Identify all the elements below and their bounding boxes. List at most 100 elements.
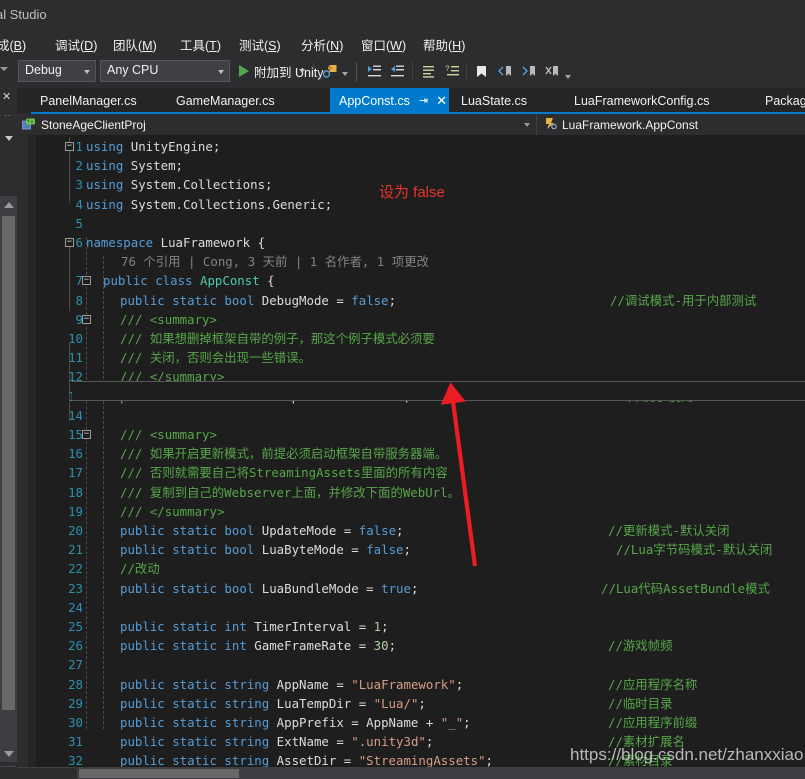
code-token: public static bool: [120, 542, 262, 558]
code-line[interactable]: public static string AppPrefix = AppName…: [120, 713, 471, 732]
toolbar-overflow-chevron-icon[interactable]: [0, 67, 8, 71]
comment-selection-icon[interactable]: [420, 63, 437, 80]
menu-item-0[interactable]: 成(B): [0, 34, 29, 55]
next-bookmark-icon[interactable]: [521, 63, 538, 80]
step-over-icon[interactable]: [322, 63, 339, 80]
code-line[interactable]: /// 否则就需要自己将StreamingAssets里面的所有内容: [120, 463, 448, 482]
chevron-down-icon[interactable]: [5, 136, 13, 141]
close-tab-icon[interactable]: ✕: [436, 93, 447, 109]
scroll-down-button[interactable]: [0, 745, 17, 762]
vertical-scrollbar[interactable]: [0, 196, 17, 762]
code-editor[interactable]: 1 using UnityEngine; −2 using System; 3 using…: [17, 135, 805, 767]
code-line[interactable]: using System;: [86, 156, 183, 175]
menu-item-4[interactable]: 测试(S): [236, 34, 284, 55]
code-line[interactable]: /// 如果开启更新模式，前提必须启动框架自带服务器端。: [120, 444, 447, 463]
code-line[interactable]: public static bool LuaBundleMode = true;: [120, 579, 418, 598]
code-line[interactable]: public static bool LuaByteMode = false;: [120, 540, 411, 559]
editor-tab-0[interactable]: PanelManager.cs: [31, 88, 146, 113]
line-number: 32: [68, 753, 83, 767]
code-line[interactable]: //改动: [120, 559, 160, 578]
code-token: LuaByteMode =: [261, 542, 367, 558]
line-number: 4: [75, 196, 83, 212]
code-token: public static string: [120, 695, 277, 711]
editor-tab-3[interactable]: LuaState.cs: [452, 88, 536, 113]
breakpoint-gutter[interactable]: [17, 135, 28, 767]
code-token: GameFrameRate =: [254, 638, 374, 654]
clear-bookmarks-icon[interactable]: [544, 63, 561, 80]
editor-tab-1[interactable]: GameManager.cs: [167, 88, 282, 113]
menu-item-label: 测试(S): [239, 39, 281, 53]
editor-tab-5[interactable]: Packag: [756, 88, 805, 113]
code-line[interactable]: using System.Collections;: [86, 175, 273, 194]
type-dropdown[interactable]: LuaFramework.AppConst: [537, 114, 805, 135]
code-token: /// 如果想删掉框架自带的例子，那这个例子模式必须要: [120, 331, 435, 346]
codelens-indicator[interactable]: 76 个引用 | Cong, 3 天前 | 1 名作者, 1 项更改: [121, 252, 429, 271]
code-line[interactable]: namespace LuaFramework {: [86, 233, 265, 252]
code-token: /// </summary>: [120, 503, 225, 519]
code-line[interactable]: public static bool DebugMode = false;: [120, 291, 396, 310]
code-token: public class: [103, 273, 200, 289]
code-line[interactable]: /// <summary>: [120, 425, 217, 444]
outlining-collapse-icon[interactable]: −: [82, 314, 91, 324]
code-token: public static int: [120, 638, 255, 654]
code-line[interactable]: public static string AppName = "LuaFrame…: [120, 675, 463, 694]
member-name: LuaFramework.AppConst: [562, 117, 699, 132]
menu-item-3[interactable]: 工具(T): [177, 34, 224, 55]
code-line[interactable]: /// </summary>: [120, 502, 224, 521]
scroll-up-button[interactable]: [0, 196, 17, 213]
pin-tab-icon[interactable]: ⇥: [419, 94, 428, 107]
visual-studio-window: al Studio 成(B) 调试(D) 团队(M) 工具(T) 测试(S) 分析(N) 窗…: [0, 0, 805, 779]
scrollbar-thumb[interactable]: [79, 769, 239, 778]
close-icon[interactable]: ✕: [2, 90, 11, 103]
code-token: "_": [440, 715, 464, 730]
code-line[interactable]: public static int TimerInterval = 1;: [120, 617, 389, 636]
code-token: /// <summary>: [120, 427, 217, 442]
outlining-collapse-icon[interactable]: −: [82, 276, 91, 286]
code-line[interactable]: /// 复制到自己的Webserver上面，并修改下面的WebUrl。: [120, 483, 460, 502]
uncomment-selection-icon[interactable]: ?: [444, 63, 461, 80]
menu-item-7[interactable]: 帮助(H): [420, 34, 468, 55]
outdent-icon[interactable]: [389, 63, 406, 80]
inline-comment: //更新模式-默认关闭: [608, 523, 730, 538]
indent-icon[interactable]: [366, 63, 383, 80]
code-line[interactable]: public static string AssetDir = "Streami…: [120, 751, 493, 767]
scrollbar-thumb[interactable]: [2, 216, 15, 710]
editor-tab-4[interactable]: LuaFrameworkConfig.cs: [565, 88, 715, 113]
line-number: 8: [75, 292, 83, 308]
code-line[interactable]: /// 如果想删掉框架自带的例子，那这个例子模式必须要: [120, 329, 435, 348]
code-line[interactable]: using System.Collections.Generic;: [86, 195, 332, 214]
menu-item-1[interactable]: 调试(D): [52, 34, 100, 55]
code-line[interactable]: public static string ExtName = ".unity3d…: [120, 732, 433, 751]
code-line[interactable]: public static bool UpdateMode = false;: [120, 521, 404, 540]
horizontal-scrollbar-area: [0, 767, 805, 779]
menu-item-5[interactable]: 分析(N): [298, 34, 346, 55]
outlining-collapse-icon[interactable]: −: [82, 430, 91, 439]
line-number: 25: [68, 619, 83, 634]
line-number: 22: [68, 561, 83, 577]
project-dropdown[interactable]: StoneAgeClientProj: [17, 114, 537, 135]
code-line[interactable]: /// <summary>: [120, 310, 217, 329]
previous-bookmark-icon[interactable]: [497, 63, 514, 80]
build-configuration-dropdown[interactable]: Debug: [18, 60, 96, 82]
bookmark-icon[interactable]: [473, 63, 490, 80]
attach-dropdown-chevron-icon[interactable]: [299, 69, 305, 73]
code-line[interactable]: /// 关闭，否则会出现一些错误。: [120, 348, 311, 367]
menu-item-6[interactable]: 窗口(W): [358, 34, 409, 55]
line-number: 23: [68, 580, 83, 596]
code-line[interactable]: public class AppConst {: [103, 271, 275, 290]
code-line[interactable]: using UnityEngine;: [86, 137, 220, 156]
outlining-collapse-icon[interactable]: −: [65, 238, 74, 247]
editor-tab-2[interactable]: AppConst.cs ⇥ ✕: [330, 88, 449, 113]
outlining-collapse-icon[interactable]: −: [65, 142, 74, 151]
drag-handle-icon[interactable]: ··: [4, 110, 11, 121]
menu-item-2[interactable]: 团队(M): [110, 34, 160, 55]
line-number: 18: [68, 484, 83, 500]
build-platform-dropdown[interactable]: Any CPU: [100, 60, 230, 82]
line-number: 15: [68, 427, 83, 442]
code-line[interactable]: public static string LuaTempDir = "Lua/"…: [120, 694, 426, 713]
code-line[interactable]: public static int GameFrameRate = 30;: [120, 636, 396, 655]
annotation-set-false-text: 设为 false: [379, 184, 445, 201]
step-over-dropdown-chevron-icon[interactable]: [342, 72, 348, 76]
editor-tab-label: PanelManager.cs: [40, 93, 137, 108]
toolbar-more-chevron-icon[interactable]: [565, 75, 571, 79]
